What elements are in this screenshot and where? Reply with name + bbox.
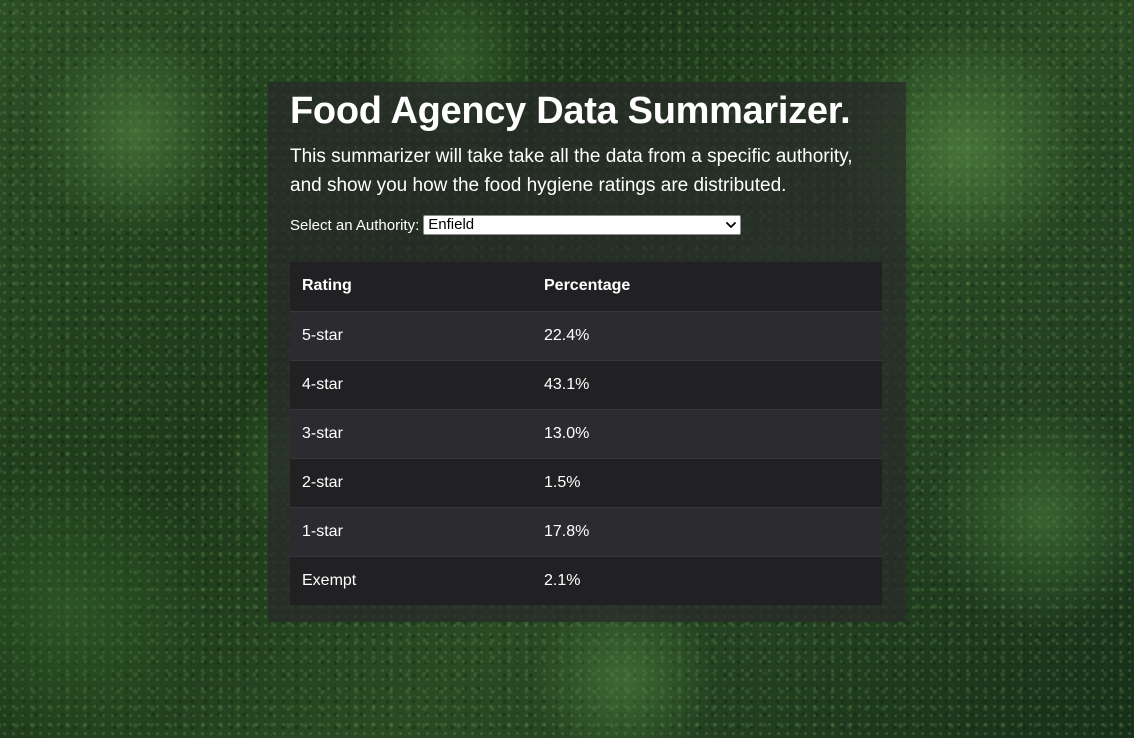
authority-select-row: Select an Authority: Enfield (290, 214, 882, 236)
intro-line-1: This summarizer will take take all the d… (290, 146, 853, 167)
percentage-cell: 22.4% (532, 310, 882, 360)
table-row: 5-star 22.4% (290, 310, 882, 360)
percentage-cell: 13.0% (532, 408, 882, 458)
rating-cell: 5-star (290, 310, 532, 360)
intro-text: This summarizer will take take all the d… (290, 142, 882, 200)
percentage-cell: 17.8% (532, 506, 882, 556)
page-title: Food Agency Data Summarizer. (290, 90, 851, 132)
chevron-down-icon (726, 222, 737, 228)
table-row: 4-star 43.1% (290, 359, 882, 409)
table-row: 2-star 1.5% (290, 457, 882, 507)
rating-cell: 4-star (290, 359, 532, 409)
table-row: 3-star 13.0% (290, 408, 882, 458)
table-row: 1-star 17.8% (290, 506, 882, 556)
authority-select-value: Enfield (428, 216, 475, 233)
table-header-row: Rating Percentage (290, 262, 882, 311)
rating-cell: Exempt (290, 555, 532, 605)
rating-cell: 3-star (290, 408, 532, 458)
column-header-percentage: Percentage (532, 262, 882, 311)
rating-cell: 1-star (290, 506, 532, 556)
ratings-table: Rating Percentage 5-star 22.4% 4-star 43… (290, 262, 882, 605)
percentage-cell: 2.1% (532, 555, 882, 605)
summarizer-panel: Food Agency Data Summarizer. This summar… (268, 82, 906, 622)
authority-select[interactable]: Enfield (423, 215, 742, 235)
table-row: Exempt 2.1% (290, 555, 882, 605)
column-header-rating: Rating (290, 262, 532, 311)
intro-line-2: and show you how the food hygiene rating… (290, 175, 787, 196)
rating-cell: 2-star (290, 457, 532, 507)
percentage-cell: 1.5% (532, 457, 882, 507)
percentage-cell: 43.1% (532, 359, 882, 409)
authority-select-label: Select an Authority: (290, 216, 420, 234)
